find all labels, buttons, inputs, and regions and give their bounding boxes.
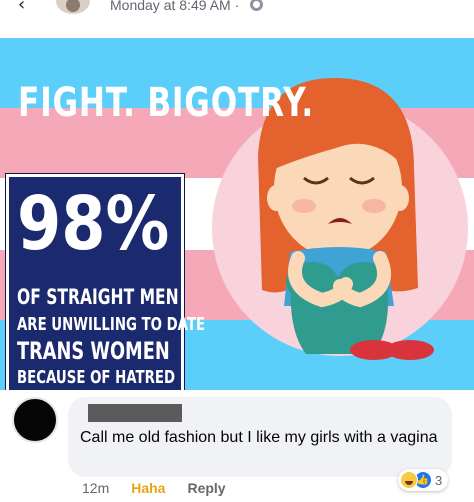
stat-percentage: 98% (17, 181, 170, 267)
stat-line: OF STRAIGHT MEN (17, 285, 179, 309)
back-arrow-icon[interactable]: ‹ (18, 0, 25, 15)
comment-text: Call me old fashion but I like my girls … (80, 429, 438, 446)
redacted-commenter-name (88, 404, 182, 422)
meme-image[interactable]: FIGHT. BIGOTRY. 98% OF STRAIGHT MEN ARE … (0, 38, 474, 390)
haha-reaction-button[interactable]: Haha (131, 480, 165, 496)
comment-reactions-badge[interactable]: 👍 3 (398, 469, 449, 491)
reply-button[interactable]: Reply (187, 480, 225, 496)
comment-bubble[interactable]: Call me old fashion but I like my girls … (68, 397, 452, 477)
statistic-box: 98% OF STRAIGHT MEN ARE UNWILLING TO DAT… (5, 173, 205, 390)
stat-line: ARE UNWILLING TO DATE (17, 314, 206, 335)
stat-line: BECAUSE OF HATRED (17, 367, 176, 388)
poster-avatar[interactable] (56, 0, 90, 14)
post-timestamp[interactable]: Monday at 8:49 AM · (110, 0, 239, 13)
reaction-count: 3 (435, 472, 443, 488)
meme-title: FIGHT. BIGOTRY. (18, 80, 315, 126)
stat-line: TRANS WOMEN (17, 337, 170, 365)
comment-time[interactable]: 12m (82, 480, 109, 496)
globe-privacy-icon (250, 0, 263, 11)
comment-meta: 12m Haha Reply (82, 480, 226, 496)
commenter-avatar[interactable] (12, 397, 58, 443)
haha-emoji-icon (400, 471, 418, 489)
post-header: ‹ Monday at 8:49 AM · (0, 0, 474, 22)
